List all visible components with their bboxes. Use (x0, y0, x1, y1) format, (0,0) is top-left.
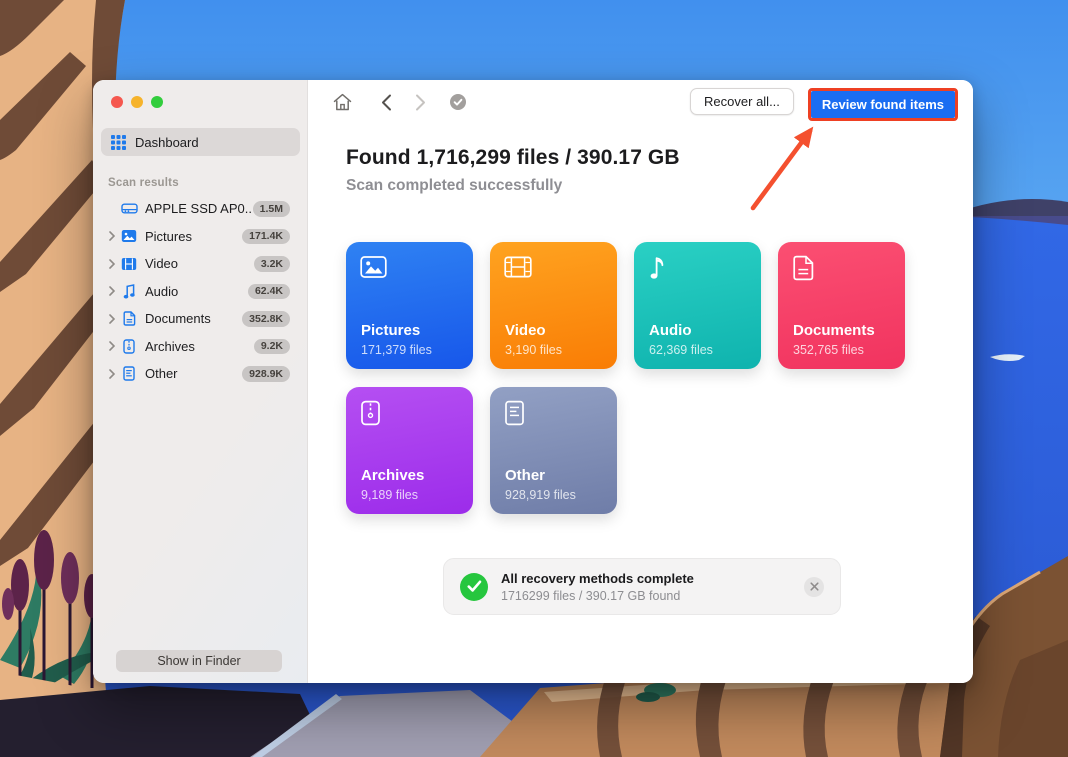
home-icon[interactable] (330, 92, 354, 112)
notification-subtitle: 1716299 files / 390.17 GB found (501, 588, 681, 603)
video-icon (119, 257, 139, 271)
category-card-video[interactable]: Video 3,190 files (490, 242, 617, 369)
archives-icon (360, 400, 381, 431)
card-count: 62,369 files (649, 343, 713, 357)
scan-results-list: APPLE SSD AP0... 1.5M Pictures 171.4K Vi… (93, 195, 308, 388)
count-badge: 928.9K (242, 366, 290, 382)
drive-icon (119, 201, 139, 216)
card-count: 9,189 files (361, 488, 418, 502)
success-check-icon (460, 572, 488, 601)
other-icon (504, 400, 525, 431)
archives-icon (119, 339, 139, 354)
card-count: 3,190 files (505, 343, 562, 357)
review-found-items-button[interactable]: Review found items (810, 91, 955, 118)
sidebar-item-label: Documents (145, 311, 211, 327)
pictures-icon (119, 229, 139, 243)
video-icon (504, 255, 532, 284)
close-window-button[interactable] (111, 96, 123, 108)
sidebar-item-documents[interactable]: Documents 352.8K (93, 305, 308, 333)
count-badge: 171.4K (242, 228, 290, 244)
chevron-right-icon[interactable] (105, 313, 119, 324)
sidebar-item-pictures[interactable]: Pictures 171.4K (93, 223, 308, 251)
count-badge: 1.5M (252, 201, 290, 217)
main-content: Recover all... Review found items Found … (308, 80, 973, 683)
scan-complete-icon (446, 93, 470, 111)
sidebar-item-label: Audio (145, 283, 179, 299)
card-count: 928,919 files (505, 488, 576, 502)
category-card-pictures[interactable]: Pictures 171,379 files (346, 242, 473, 369)
sidebar-item-label: Video (145, 256, 179, 272)
count-badge: 3.2K (253, 256, 290, 272)
other-icon (119, 366, 139, 381)
close-icon[interactable] (804, 576, 824, 597)
sidebar-item-label: Archives (145, 338, 195, 354)
app-window: Dashboard Scan results APPLE SSD AP0... … (93, 80, 973, 683)
sidebar-item-audio[interactable]: Audio 62.4K (93, 278, 308, 306)
category-card-other[interactable]: Other 928,919 files (490, 387, 617, 514)
sidebar-item-video[interactable]: Video 3.2K (93, 250, 308, 278)
minimize-window-button[interactable] (131, 96, 143, 108)
forward-icon[interactable] (408, 94, 432, 111)
card-label: Video (505, 322, 546, 339)
page-title: Found 1,716,299 files / 390.17 GB (346, 146, 680, 169)
card-label: Documents (793, 322, 875, 339)
audio-icon (648, 255, 668, 286)
toolbar (308, 80, 470, 124)
count-badge: 352.8K (242, 311, 290, 327)
dashboard-grid-icon (111, 134, 126, 150)
category-card-archives[interactable]: Archives 9,189 files (346, 387, 473, 514)
sidebar-item-label: Other (145, 366, 178, 382)
scan-results-section-label: Scan results (108, 177, 179, 189)
category-cards: Pictures 171,379 files Video 3,190 files… (346, 242, 926, 514)
chevron-right-icon[interactable] (105, 258, 119, 269)
sidebar-item-archives[interactable]: Archives 9.2K (93, 333, 308, 361)
count-badge: 62.4K (247, 283, 290, 299)
show-in-finder-button[interactable]: Show in Finder (116, 650, 282, 672)
chevron-right-icon[interactable] (105, 368, 119, 379)
card-label: Other (505, 467, 546, 484)
chevron-right-icon[interactable] (105, 286, 119, 297)
recover-all-button[interactable]: Recover all... (690, 88, 794, 115)
page-subtitle: Scan completed successfully (346, 177, 563, 194)
card-count: 171,379 files (361, 343, 432, 357)
chevron-right-icon[interactable] (105, 231, 119, 242)
sidebar-item-other[interactable]: Other 928.9K (93, 360, 308, 388)
chevron-right-icon[interactable] (105, 341, 119, 352)
pictures-icon (360, 255, 387, 284)
window-controls (111, 96, 163, 108)
card-label: Pictures (361, 322, 421, 339)
category-card-documents[interactable]: Documents 352,765 files (778, 242, 905, 369)
sidebar-item-label: Pictures (145, 228, 192, 244)
desktop: { "desktop": { "wallpaper": "macos-cliff… (0, 0, 1068, 757)
card-label: Archives (361, 467, 425, 484)
sidebar-item-dashboard[interactable]: Dashboard (101, 128, 300, 156)
card-label: Audio (649, 322, 692, 339)
notification-title: All recovery methods complete (501, 570, 694, 586)
chevron-right-icon (105, 204, 119, 214)
documents-icon (119, 311, 139, 326)
sidebar-item-label: APPLE SSD AP0... (145, 201, 253, 217)
zoom-window-button[interactable] (151, 96, 163, 108)
back-icon[interactable] (374, 94, 398, 111)
card-count: 352,765 files (793, 343, 864, 357)
completion-notification: All recovery methods complete 1716299 fi… (443, 558, 841, 615)
annotation-highlight-box: Review found items (807, 88, 958, 121)
audio-icon (119, 283, 139, 299)
count-badge: 9.2K (253, 338, 290, 354)
category-card-audio[interactable]: Audio 62,369 files (634, 242, 761, 369)
sidebar: Dashboard Scan results APPLE SSD AP0... … (93, 80, 308, 683)
sidebar-item-label: Dashboard (135, 134, 199, 150)
documents-icon (792, 255, 815, 286)
sidebar-item-apple-ssd[interactable]: APPLE SSD AP0... 1.5M (93, 195, 308, 223)
